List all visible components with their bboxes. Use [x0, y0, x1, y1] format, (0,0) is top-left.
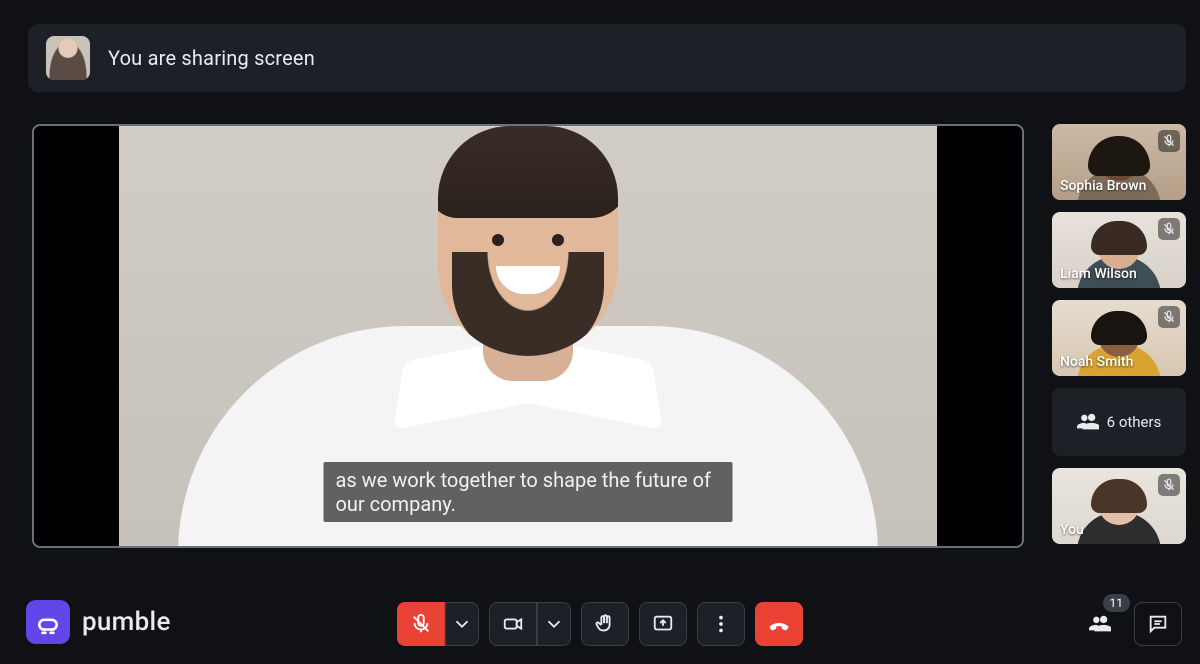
- chat-button[interactable]: [1134, 602, 1182, 646]
- participant-name: Sophia Brown: [1060, 178, 1178, 194]
- self-name: You: [1060, 522, 1178, 538]
- more-options-button[interactable]: [697, 602, 745, 646]
- participant-name: Liam Wilson: [1060, 266, 1178, 282]
- raise-hand-button[interactable]: [581, 602, 629, 646]
- more-icon: [710, 613, 732, 635]
- banner-avatar: [46, 36, 90, 80]
- people-icon: [1077, 411, 1099, 433]
- present-screen-button[interactable]: [639, 602, 687, 646]
- chevron-down-icon: [451, 613, 473, 635]
- chevron-down-icon: [543, 613, 565, 635]
- participants-column: Sophia Brown Liam Wilson Noah Smith 6 ot…: [1052, 124, 1186, 544]
- brand-name: pumble: [82, 607, 171, 637]
- present-icon: [652, 613, 674, 635]
- participant-tile[interactable]: Sophia Brown: [1052, 124, 1186, 200]
- mic-options-button[interactable]: [445, 602, 479, 646]
- people-button[interactable]: 11: [1076, 602, 1124, 646]
- chat-icon: [1147, 613, 1169, 635]
- self-tile[interactable]: You: [1052, 468, 1186, 544]
- brand-logo-icon: [26, 600, 70, 644]
- people-icon: [1089, 613, 1111, 635]
- camera-toggle-button[interactable]: [489, 602, 537, 646]
- participant-name: Noah Smith: [1060, 354, 1178, 370]
- participant-tile[interactable]: Noah Smith: [1052, 300, 1186, 376]
- others-tile[interactable]: 6 others: [1052, 388, 1186, 456]
- mic-muted-icon: [1158, 474, 1180, 496]
- mic-muted-icon: [1158, 218, 1180, 240]
- mic-muted-icon: [1158, 130, 1180, 152]
- camera-options-button[interactable]: [537, 602, 571, 646]
- main-video[interactable]: as we work together to shape the future …: [32, 124, 1024, 548]
- people-count-badge: 11: [1103, 594, 1131, 612]
- brand: pumble: [26, 600, 171, 644]
- raise-hand-icon: [594, 613, 616, 635]
- hangup-icon: [768, 613, 790, 635]
- banner-text: You are sharing screen: [108, 46, 315, 70]
- call-toolbar: [397, 602, 803, 646]
- live-caption: as we work together to shape the future …: [324, 462, 733, 522]
- others-label: 6 others: [1107, 413, 1162, 431]
- participant-tile[interactable]: Liam Wilson: [1052, 212, 1186, 288]
- mic-toggle-button[interactable]: [397, 602, 445, 646]
- presenter-video: as we work together to shape the future …: [119, 126, 937, 546]
- right-tools: 11: [1076, 602, 1182, 646]
- sharing-banner: You are sharing screen: [28, 24, 1186, 92]
- mic-muted-icon: [1158, 306, 1180, 328]
- hangup-button[interactable]: [755, 602, 803, 646]
